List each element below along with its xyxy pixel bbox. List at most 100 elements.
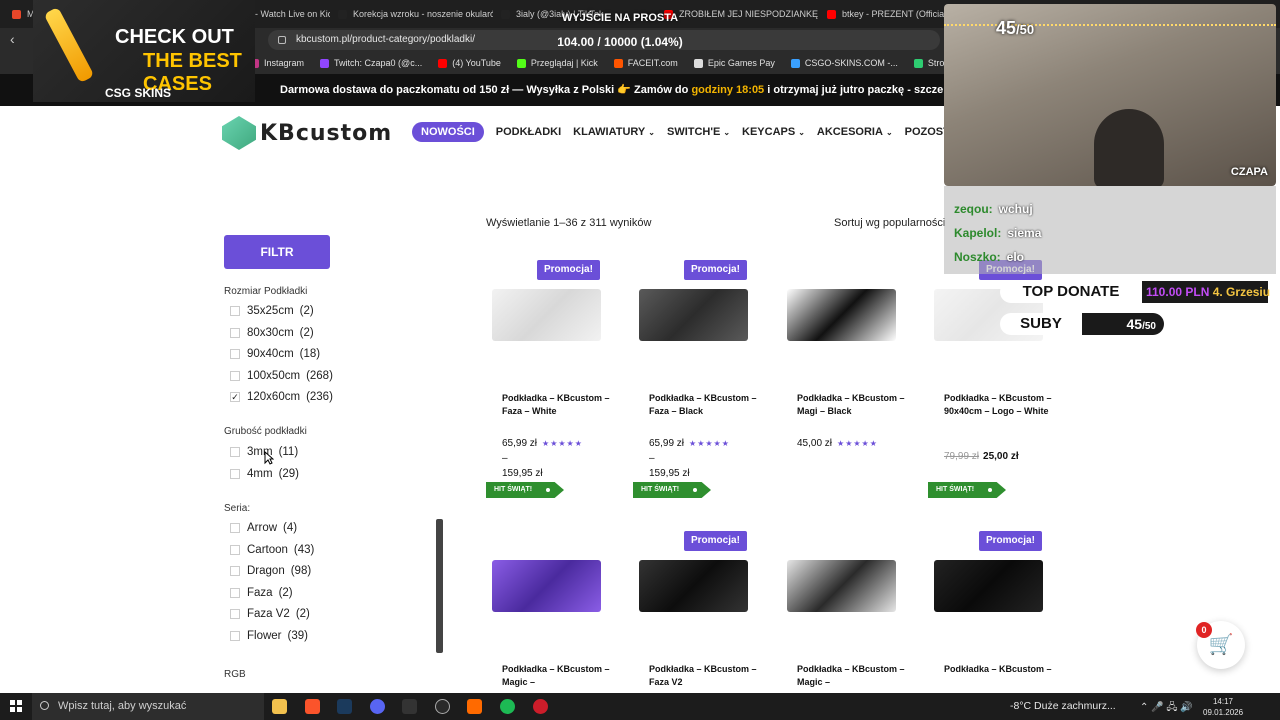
filter-count: (2) [295,608,310,620]
product-image[interactable] [787,560,896,612]
filter-option[interactable]: 90x40cm (18) [230,348,320,360]
clock-time: 14:17 [1212,697,1234,706]
filter-option[interactable]: 100x50cm (268) [230,370,333,382]
product-name[interactable]: Podkładka – KBcustom – Magi – Black [797,392,907,418]
product-name[interactable]: Podkładka – KBcustom – Faza – Black [649,392,759,418]
filter-option[interactable]: ✓ 120x60cm (236) [230,391,333,403]
bookmark-item[interactable]: Przeglądaj | Kick [516,58,598,68]
filter-checkbox[interactable] [230,609,240,619]
sale-price: 25,00 zł [983,451,1019,462]
site-logo[interactable]: KBcustom [222,116,392,150]
product-image[interactable] [639,289,748,341]
filter-count: (11) [278,446,299,458]
filter-checkbox[interactable] [230,566,240,576]
filter-option[interactable]: Dragon (98) [230,565,311,577]
product-image[interactable] [492,289,601,341]
nav-item-nowości[interactable]: NOWOŚCI [412,122,484,142]
bookmark-item[interactable]: Instagram [250,58,304,68]
browser-tab[interactable]: Korekcja wzroku - noszenie okularów [330,2,493,26]
nav-item-akcesoria[interactable]: AKCESORIA ⌄ [817,126,893,138]
filter-checkbox[interactable] [230,349,240,359]
product-image[interactable] [934,560,1043,612]
streamer-figure [1094,109,1164,186]
sort-select[interactable]: Sortuj wg popularności [834,217,945,229]
nav-item-switch'e[interactable]: SWITCH'E ⌄ [667,126,730,138]
cart-icon: 🛒 [1208,634,1234,656]
bookmark-item[interactable]: (4) YouTube [438,58,501,68]
filter-option[interactable]: Arrow (4) [230,522,297,534]
filter-option[interactable]: Faza V2 (2) [230,608,310,620]
bookmark-item[interactable]: Epic Games Pay [693,58,775,68]
taskbar-clock[interactable]: 14:17 09.01.2026 [1203,696,1243,718]
nav-item-label: KLAWIATURY [573,126,646,138]
knife-icon [43,6,95,84]
product-name[interactable]: Podkładka – KBcustom – [944,663,1054,676]
product-name[interactable]: Podkładka – KBcustom – Magic – [797,663,907,689]
filter-option[interactable]: Cartoon (43) [230,544,314,556]
product-name[interactable]: Podkładka – KBcustom – Faza – White [502,392,612,418]
steam-icon[interactable] [337,699,352,714]
discord-icon[interactable] [370,699,385,714]
filter-option[interactable]: Faza (2) [230,587,293,599]
rating-stars: ★★★★★ [542,439,583,448]
brave-browser-icon[interactable] [305,699,320,714]
filter-label: Arrow [247,522,278,534]
product-image[interactable] [639,560,748,612]
filter-checkbox[interactable] [230,523,240,533]
chat-text: elo [1006,250,1025,264]
logo-icon [222,116,256,150]
filter-count: (39) [287,629,308,642]
promo-text-2: i otrzymaj już jutro paczkę - szcze [767,84,944,96]
filter-scrollbar[interactable] [436,519,443,653]
filter-label: 100x50cm [247,369,301,382]
filter-option[interactable]: 35x25cm (2) [230,305,314,317]
filter-count: (18) [299,348,321,360]
promo-highlight: godziny 18:05 [691,84,765,96]
filter-checkbox[interactable] [230,630,240,641]
product-image[interactable] [787,289,896,341]
price-dash: – [649,453,655,464]
weather-widget[interactable]: -8°C Duże zachmurz... [1010,693,1116,720]
faceit-icon[interactable] [467,699,482,714]
csgo-skins-ad[interactable]: CHECK OUT THE BEST CASES CSG SKINS [33,0,255,102]
bookmark-favicon-icon [438,58,448,68]
back-icon[interactable]: ‹ [10,31,15,47]
filter-checkbox[interactable] [230,327,240,338]
filter-option[interactable]: 80x30cm (2) [230,327,314,339]
spotify-icon[interactable] [500,699,515,714]
epic-games-icon[interactable] [402,699,417,714]
bookmark-item[interactable]: FACEIT.com [613,58,678,68]
file-explorer-icon[interactable] [272,699,287,714]
nav-item-keycaps[interactable]: KEYCAPS ⌄ [742,126,805,138]
nav-item-klawiatury[interactable]: KLAWIATURY ⌄ [573,126,655,138]
cart-count-badge: 0 [1196,622,1212,638]
obs-icon[interactable] [435,699,450,714]
filter-checkbox[interactable] [230,370,240,381]
product-name[interactable]: Podkładka – KBcustom – Magic – [502,663,612,689]
product-name[interactable]: Podkładka – KBcustom – 90x40cm – Logo – … [944,392,1054,418]
bookmark-item[interactable]: CSGO-SKINS.COM -... [790,58,898,68]
windows-start-icon[interactable] [10,700,22,712]
bookmark-favicon-icon [790,58,800,68]
goal-value: 104.00 / 10000 (1.04%) [557,35,683,49]
filter-option[interactable]: Flower (39) [230,630,308,642]
product-image[interactable] [492,560,601,612]
ad-line-1: CHECK OUT [115,26,234,48]
filter-checkbox[interactable] [230,447,240,457]
filter-option[interactable]: 4mm (29) [230,468,299,480]
filter-button[interactable]: FILTR [224,235,330,269]
filter-checkbox[interactable]: ✓ [230,392,240,402]
system-tray-icons[interactable]: ⌃ 🎤 🖧 🔊 [1140,700,1193,717]
promo-badge: Promocja! [684,260,747,280]
filter-checkbox[interactable] [230,544,240,555]
filter-checkbox[interactable] [230,468,240,479]
filter-checkbox[interactable] [230,587,240,598]
product-name[interactable]: Podkładka – KBcustom – Faza V2 [649,663,759,689]
bookmark-item[interactable]: Twitch: Czapa0 (@c... [320,58,422,68]
opera-gx-icon[interactable] [533,699,548,714]
taskbar-search[interactable]: Wpisz tutaj, aby wyszukać [32,693,264,720]
filter-checkbox[interactable] [230,306,240,316]
nav-item-podkładki[interactable]: PODKŁADKI [496,126,561,138]
filter-label: 90x40cm [247,348,294,360]
filter-count: (2) [299,326,314,339]
